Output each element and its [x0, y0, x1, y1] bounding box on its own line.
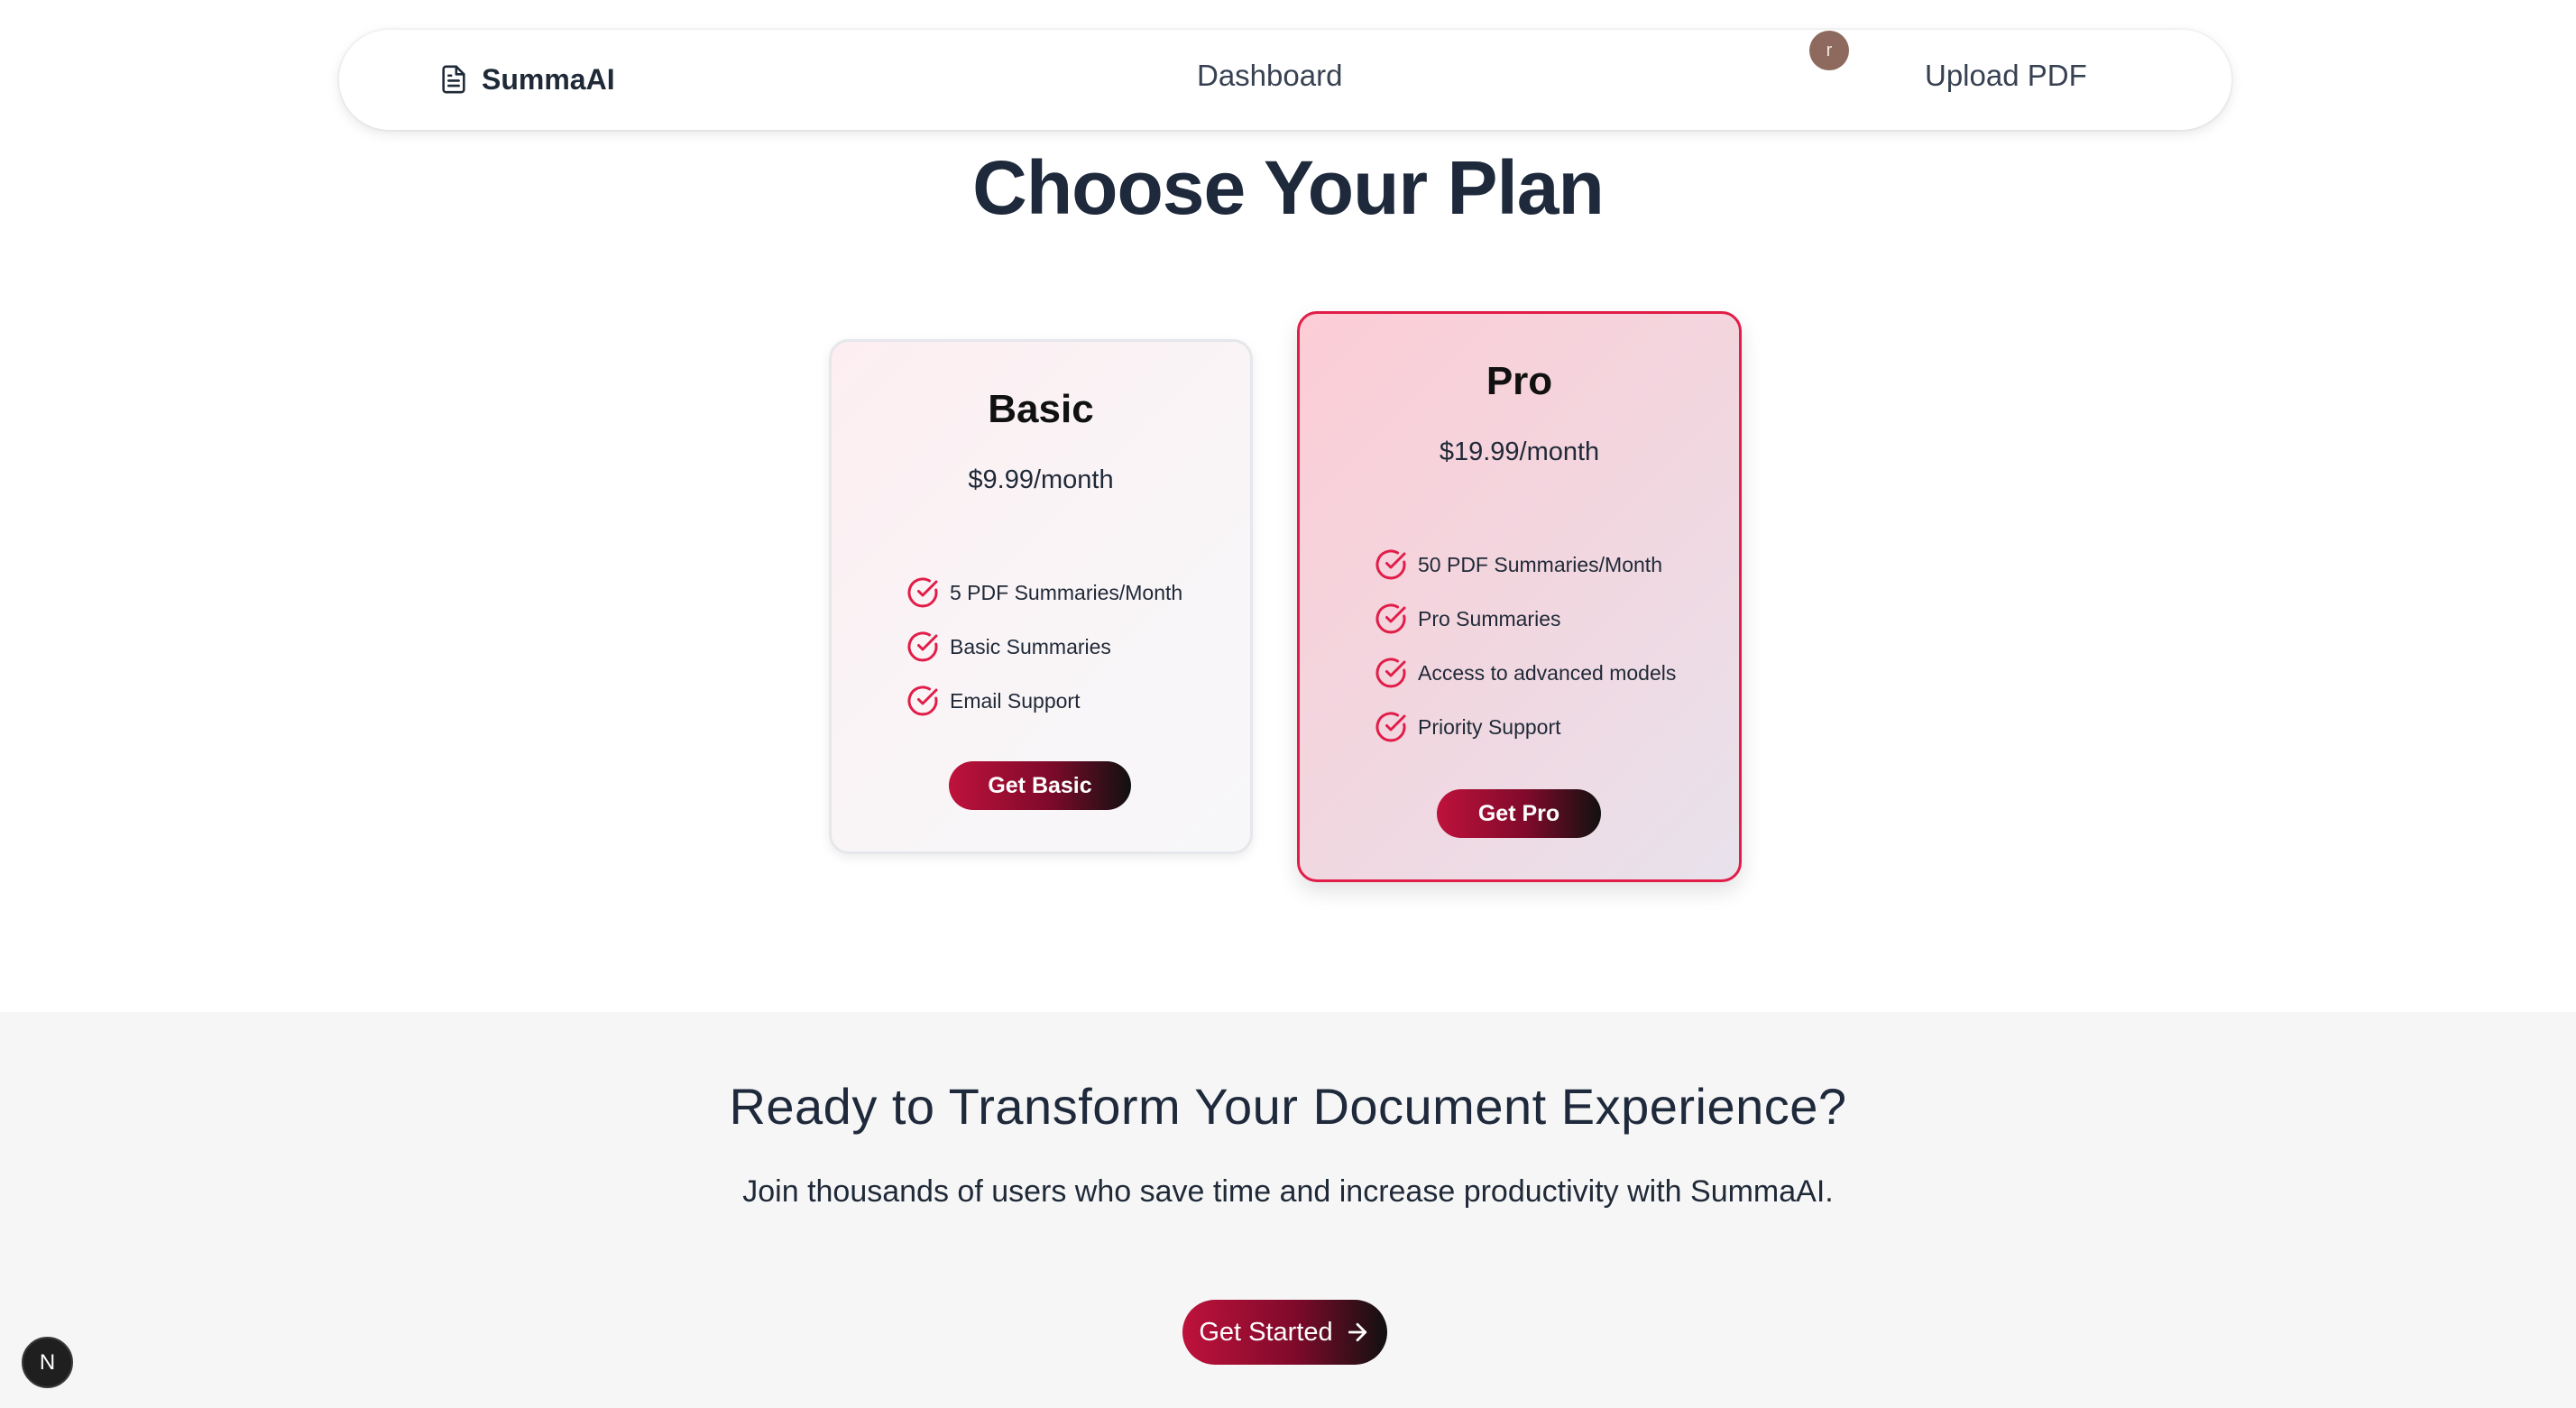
get-pro-button[interactable]: Get Pro [1437, 789, 1601, 838]
feature-list: 5 PDF Summaries/Month Basic Summaries Em… [906, 566, 1182, 728]
check-circle-icon [907, 686, 938, 716]
get-started-button[interactable]: Get Started [1182, 1300, 1387, 1365]
nav-link-upload-pdf[interactable]: Upload PDF [1925, 59, 2087, 93]
feature-item: 5 PDF Summaries/Month [906, 566, 1182, 620]
document-icon [442, 65, 465, 94]
plan-card-pro: Pro $19.99/month 50 PDF Summaries/Month … [1297, 311, 1742, 882]
get-basic-button[interactable]: Get Basic [949, 761, 1131, 810]
plan-name: Pro [1486, 359, 1553, 403]
brand-name: SummaAI [482, 62, 615, 96]
page-title: Choose Your Plan [972, 145, 1605, 230]
plan-name: Basic [988, 387, 1094, 431]
feature-text: 5 PDF Summaries/Month [950, 580, 1183, 604]
check-circle-icon [1375, 712, 1406, 742]
nav-link-dashboard[interactable]: Dashboard [1197, 59, 1342, 93]
feature-text: Email Support [950, 688, 1081, 713]
feature-item: 50 PDF Summaries/Month [1375, 538, 1676, 592]
top-navbar: SummaAI Dashboard Upload PDF [339, 30, 2231, 130]
feature-item: Priority Support [1375, 700, 1676, 754]
feature-text: 50 PDF Summaries/Month [1418, 552, 1662, 576]
plan-card-basic: Basic $9.99/month 5 PDF Summaries/Month … [829, 339, 1253, 854]
user-avatar[interactable]: r [1809, 31, 1849, 70]
feature-text: Basic Summaries [950, 634, 1111, 658]
check-circle-icon [1375, 549, 1406, 580]
nextjs-dev-badge[interactable]: N [22, 1337, 73, 1388]
arrow-right-icon [1348, 1322, 1366, 1342]
brand-logo-link[interactable]: SummaAI [438, 59, 615, 100]
feature-text: Pro Summaries [1418, 606, 1561, 630]
check-circle-icon [1375, 658, 1406, 688]
cta-subtitle: Join thousands of users who save time an… [742, 1174, 1834, 1209]
feature-item: Pro Summaries [1375, 592, 1676, 646]
plan-price: $9.99/month [968, 465, 1114, 494]
plan-price: $19.99/month [1439, 437, 1600, 466]
check-circle-icon [907, 577, 938, 608]
cta-section: Ready to Transform Your Document Experie… [0, 1012, 2576, 1408]
feature-list: 50 PDF Summaries/Month Pro Summaries Acc… [1375, 538, 1676, 754]
feature-item: Basic Summaries [906, 620, 1182, 674]
get-started-label: Get Started [1199, 1317, 1333, 1347]
feature-item: Email Support [906, 674, 1182, 728]
feature-text: Access to advanced models [1418, 660, 1677, 685]
cta-title: Ready to Transform Your Document Experie… [729, 1078, 1847, 1135]
feature-item: Access to advanced models [1375, 646, 1676, 700]
check-circle-icon [1375, 603, 1406, 634]
feature-text: Priority Support [1418, 714, 1561, 739]
check-circle-icon [907, 631, 938, 662]
